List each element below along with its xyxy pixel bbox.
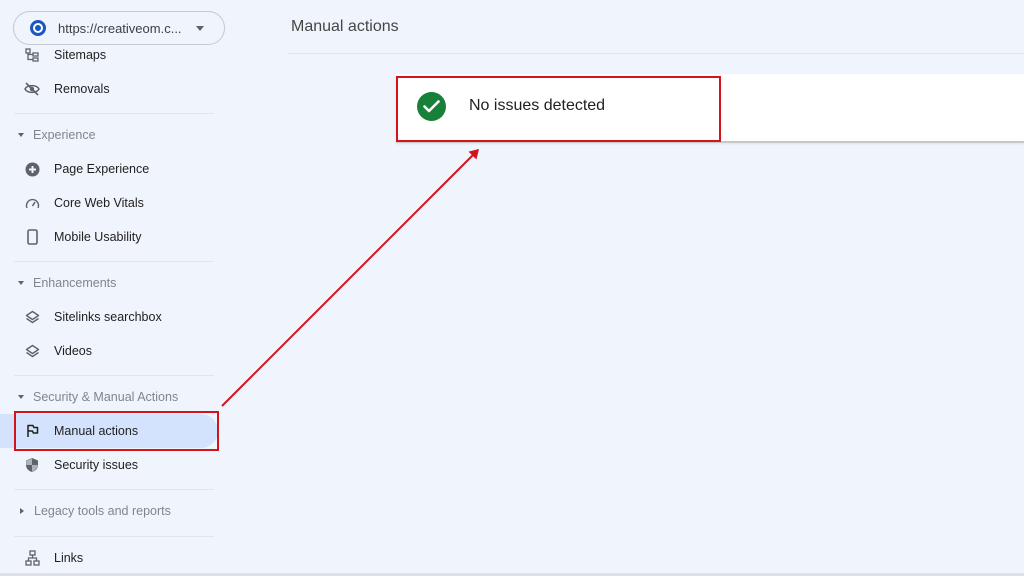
section-enhancements[interactable]: Enhancements bbox=[0, 271, 218, 295]
status-text: No issues detected bbox=[469, 97, 606, 114]
annotation-arrow-head bbox=[468, 148, 480, 160]
plus-circle-icon bbox=[24, 161, 40, 177]
check-circle-icon bbox=[417, 92, 446, 121]
caret-down-icon bbox=[18, 133, 24, 137]
sidebar-item-mobile-usability[interactable]: Mobile Usability bbox=[0, 220, 218, 254]
annotation-arrow-line bbox=[221, 151, 477, 407]
section-security-manual-actions[interactable]: Security & Manual Actions bbox=[0, 385, 218, 409]
divider bbox=[14, 536, 214, 537]
divider bbox=[288, 53, 1024, 54]
property-selector-overlay[interactable]: https://creativeom.c... bbox=[13, 11, 225, 45]
divider bbox=[14, 489, 214, 490]
shield-icon bbox=[24, 457, 40, 473]
sidebar-item-page-experience[interactable]: Page Experience bbox=[0, 152, 218, 186]
sitemap-icon bbox=[24, 47, 40, 63]
phone-icon bbox=[24, 229, 40, 245]
sidebar-item-core-web-vitals[interactable]: Core Web Vitals bbox=[0, 186, 218, 220]
divider bbox=[14, 113, 214, 114]
sidebar-item-videos[interactable]: Videos bbox=[0, 334, 218, 368]
page-title: Manual actions bbox=[291, 18, 399, 35]
divider bbox=[14, 261, 214, 262]
sidebar-item-security-issues[interactable]: Security issues bbox=[0, 448, 218, 482]
property-url: https://creativeom.c... bbox=[58, 20, 182, 36]
divider bbox=[14, 375, 214, 376]
sidebar-item-sitelinks-searchbox[interactable]: Sitelinks searchbox bbox=[0, 300, 218, 334]
section-experience[interactable]: Experience bbox=[0, 123, 218, 147]
sidebar-item-removals[interactable]: Removals bbox=[0, 72, 218, 106]
gauge-icon bbox=[24, 195, 40, 211]
layers-icon bbox=[24, 309, 40, 325]
property-logo-icon bbox=[30, 20, 46, 36]
eye-off-icon bbox=[24, 81, 40, 97]
flag-icon bbox=[24, 423, 40, 439]
sidebar: https://creativeom.c... Sitemaps https:/… bbox=[0, 0, 230, 576]
caret-right-icon bbox=[20, 508, 24, 514]
caret-down-icon bbox=[196, 26, 204, 31]
caret-down-icon bbox=[18, 395, 24, 399]
sidebar-item-links[interactable]: Links bbox=[0, 541, 218, 575]
section-legacy-tools[interactable]: Legacy tools and reports bbox=[0, 499, 218, 523]
caret-down-icon bbox=[18, 281, 24, 285]
links-icon bbox=[24, 550, 40, 566]
sidebar-item-manual-actions[interactable]: Manual actions bbox=[0, 414, 218, 448]
layers-icon bbox=[24, 343, 40, 359]
